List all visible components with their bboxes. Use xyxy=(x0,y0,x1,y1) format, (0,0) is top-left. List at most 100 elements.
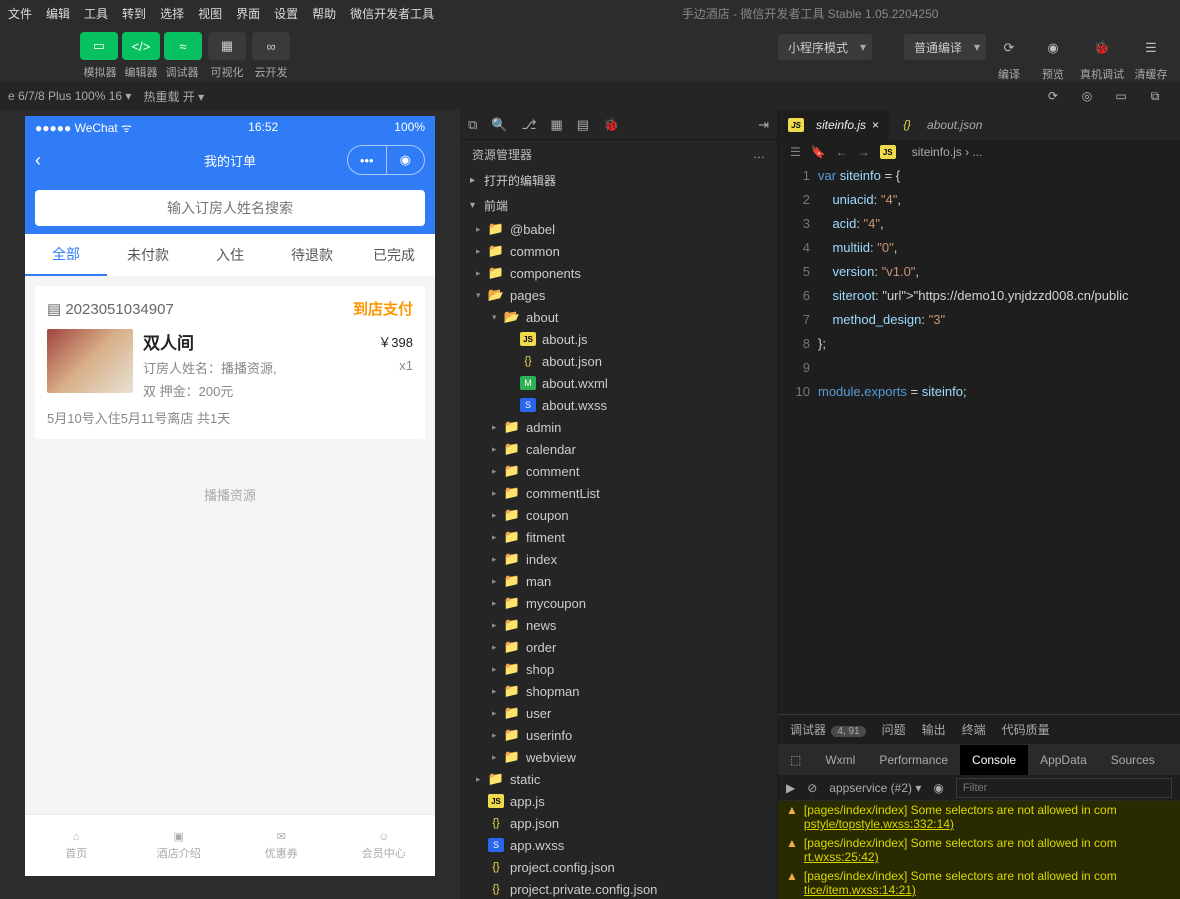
file-app.json[interactable]: app.json xyxy=(464,812,777,834)
debugger-button[interactable]: ≈ xyxy=(164,32,202,60)
menu-file[interactable]: 文件 xyxy=(8,5,32,22)
file-admin[interactable]: ▸admin xyxy=(464,416,777,438)
tab-checkin[interactable]: 入住 xyxy=(189,234,271,276)
ext2-icon[interactable]: ▤ xyxy=(577,117,589,133)
more-icon[interactable]: … xyxy=(753,147,765,161)
file-components[interactable]: ▸components xyxy=(464,262,777,284)
back-icon[interactable]: ‹ xyxy=(35,150,41,171)
search-icon[interactable]: 🔍 xyxy=(491,117,507,133)
project-root[interactable]: ▾前端 xyxy=(460,193,777,218)
tab-refund[interactable]: 待退款 xyxy=(271,234,353,276)
tab-siteinfo[interactable]: siteinfo.js× xyxy=(778,110,889,140)
ext-icon[interactable]: ▦ xyxy=(550,117,562,133)
menu-tool[interactable]: 工具 xyxy=(84,5,108,22)
list-icon[interactable]: ☰ xyxy=(790,145,801,159)
ds-appdata[interactable]: AppData xyxy=(1028,745,1099,775)
file-about.json[interactable]: about.json xyxy=(464,350,777,372)
file-coupon[interactable]: ▸coupon xyxy=(464,504,777,526)
tab-all[interactable]: 全部 xyxy=(25,234,107,276)
dt-quality[interactable]: 代码质量 xyxy=(1002,721,1050,738)
file-webview[interactable]: ▸webview xyxy=(464,746,777,768)
file-app.js[interactable]: app.js xyxy=(464,790,777,812)
file-@babel[interactable]: ▸@babel xyxy=(464,218,777,240)
open-editors-section[interactable]: ▸打开的编辑器 xyxy=(460,168,777,193)
arrow-right-icon[interactable]: → xyxy=(858,145,870,159)
file-calendar[interactable]: ▸calendar xyxy=(464,438,777,460)
file-about.js[interactable]: about.js xyxy=(464,328,777,350)
menu-goto[interactable]: 转到 xyxy=(122,5,146,22)
file-project.private.config.json[interactable]: project.private.config.json xyxy=(464,878,777,899)
dt-terminal[interactable]: 终端 xyxy=(962,721,986,738)
rotate-icon[interactable]: ▭ xyxy=(1104,82,1138,110)
file-man[interactable]: ▸man xyxy=(464,570,777,592)
nav-home[interactable]: ⌂首页 xyxy=(25,815,128,876)
tab-done[interactable]: 已完成 xyxy=(353,234,435,276)
console-body[interactable]: ▲[pages/index/index] Some selectors are … xyxy=(778,801,1180,899)
ds-sources[interactable]: Sources xyxy=(1099,745,1167,775)
collapse-icon[interactable]: ⇥ xyxy=(758,117,769,133)
device-select[interactable]: e 6/7/8 Plus 100% 16 ▾ xyxy=(8,89,131,103)
console-clear-icon[interactable]: ⊘ xyxy=(807,781,817,795)
file-commentList[interactable]: ▸commentList xyxy=(464,482,777,504)
hot-reload-toggle[interactable]: 热重载 开 ▾ xyxy=(143,88,204,105)
file-mycoupon[interactable]: ▸mycoupon xyxy=(464,592,777,614)
file-comment[interactable]: ▸comment xyxy=(464,460,777,482)
eye-icon[interactable]: ◉ xyxy=(933,781,943,795)
file-userinfo[interactable]: ▸userinfo xyxy=(464,724,777,746)
arrow-left-icon[interactable]: ← xyxy=(836,145,848,159)
file-shopman[interactable]: ▸shopman xyxy=(464,680,777,702)
capsule-menu-icon[interactable]: ••• xyxy=(348,146,387,174)
file-user[interactable]: ▸user xyxy=(464,702,777,724)
file-pages[interactable]: ▾pages xyxy=(464,284,777,306)
menu-ui[interactable]: 界面 xyxy=(236,5,260,22)
code-area[interactable]: 12345678910 var siteinfo = { uniacid: "4… xyxy=(778,164,1180,714)
file-fitment[interactable]: ▸fitment xyxy=(464,526,777,548)
menu-edit[interactable]: 编辑 xyxy=(46,5,70,22)
file-app.wxss[interactable]: app.wxss xyxy=(464,834,777,856)
dt-output[interactable]: 输出 xyxy=(922,721,946,738)
close-icon[interactable]: × xyxy=(872,118,879,132)
appservice-select[interactable]: appservice (#2) ▾ xyxy=(829,781,921,795)
git-icon[interactable]: ⎇ xyxy=(521,117,536,133)
editor-button[interactable]: </> xyxy=(122,32,160,60)
locate-icon[interactable]: ◎ xyxy=(1070,82,1104,110)
menu-settings[interactable]: 设置 xyxy=(274,5,298,22)
remote-debug-icon[interactable]: 🐞 xyxy=(1085,34,1119,62)
tab-unpaid[interactable]: 未付款 xyxy=(107,234,189,276)
ds-console[interactable]: Console xyxy=(960,745,1028,775)
menu-view[interactable]: 视图 xyxy=(198,5,222,22)
order-card[interactable]: ▤ 2023051034907 到店支付 双人间 ￥398 订房人姓名：播播资源… xyxy=(35,286,425,439)
detach-icon[interactable]: ⧉ xyxy=(1138,82,1172,110)
cloud-button[interactable]: ∞ xyxy=(252,32,290,60)
dt-debugger[interactable]: 调试器 4, 91 xyxy=(790,721,866,738)
breadcrumb-path[interactable]: siteinfo.js › ... xyxy=(912,145,983,159)
bug-icon[interactable]: 🐞 xyxy=(603,117,619,133)
nav-coupon[interactable]: ✉优惠券 xyxy=(230,815,333,876)
file-common[interactable]: ▸common xyxy=(464,240,777,262)
file-about.wxss[interactable]: about.wxss xyxy=(464,394,777,416)
nav-member[interactable]: ☺会员中心 xyxy=(333,815,436,876)
capsule-close-icon[interactable]: ◉ xyxy=(387,146,425,174)
dt-problems[interactable]: 问题 xyxy=(882,721,906,738)
file-shop[interactable]: ▸shop xyxy=(464,658,777,680)
ds-perf[interactable]: Performance xyxy=(867,745,960,775)
menu-devtools[interactable]: 微信开发者工具 xyxy=(350,5,434,22)
inspect-icon[interactable]: ⬚ xyxy=(778,745,813,775)
bookmark-icon[interactable]: 🔖 xyxy=(811,145,826,159)
menu-help[interactable]: 帮助 xyxy=(312,5,336,22)
file-static[interactable]: ▸static xyxy=(464,768,777,790)
search-input[interactable] xyxy=(35,190,425,226)
mode-select[interactable]: 小程序模式 xyxy=(778,34,872,60)
file-news[interactable]: ▸news xyxy=(464,614,777,636)
filter-input[interactable] xyxy=(956,778,1172,798)
compile-mode-select[interactable]: 普通编译 xyxy=(904,34,986,60)
visual-button[interactable]: ▦ xyxy=(208,32,246,60)
file-about[interactable]: ▾about xyxy=(464,306,777,328)
file-order[interactable]: ▸order xyxy=(464,636,777,658)
compile-icon[interactable]: ⟳ xyxy=(992,34,1026,62)
simulator-button[interactable]: ▭ xyxy=(80,32,118,60)
preview-icon[interactable]: ◉ xyxy=(1036,34,1070,62)
clear-cache-icon[interactable]: ☰ xyxy=(1134,34,1168,62)
ds-wxml[interactable]: Wxml xyxy=(813,745,867,775)
file-project.config.json[interactable]: project.config.json xyxy=(464,856,777,878)
